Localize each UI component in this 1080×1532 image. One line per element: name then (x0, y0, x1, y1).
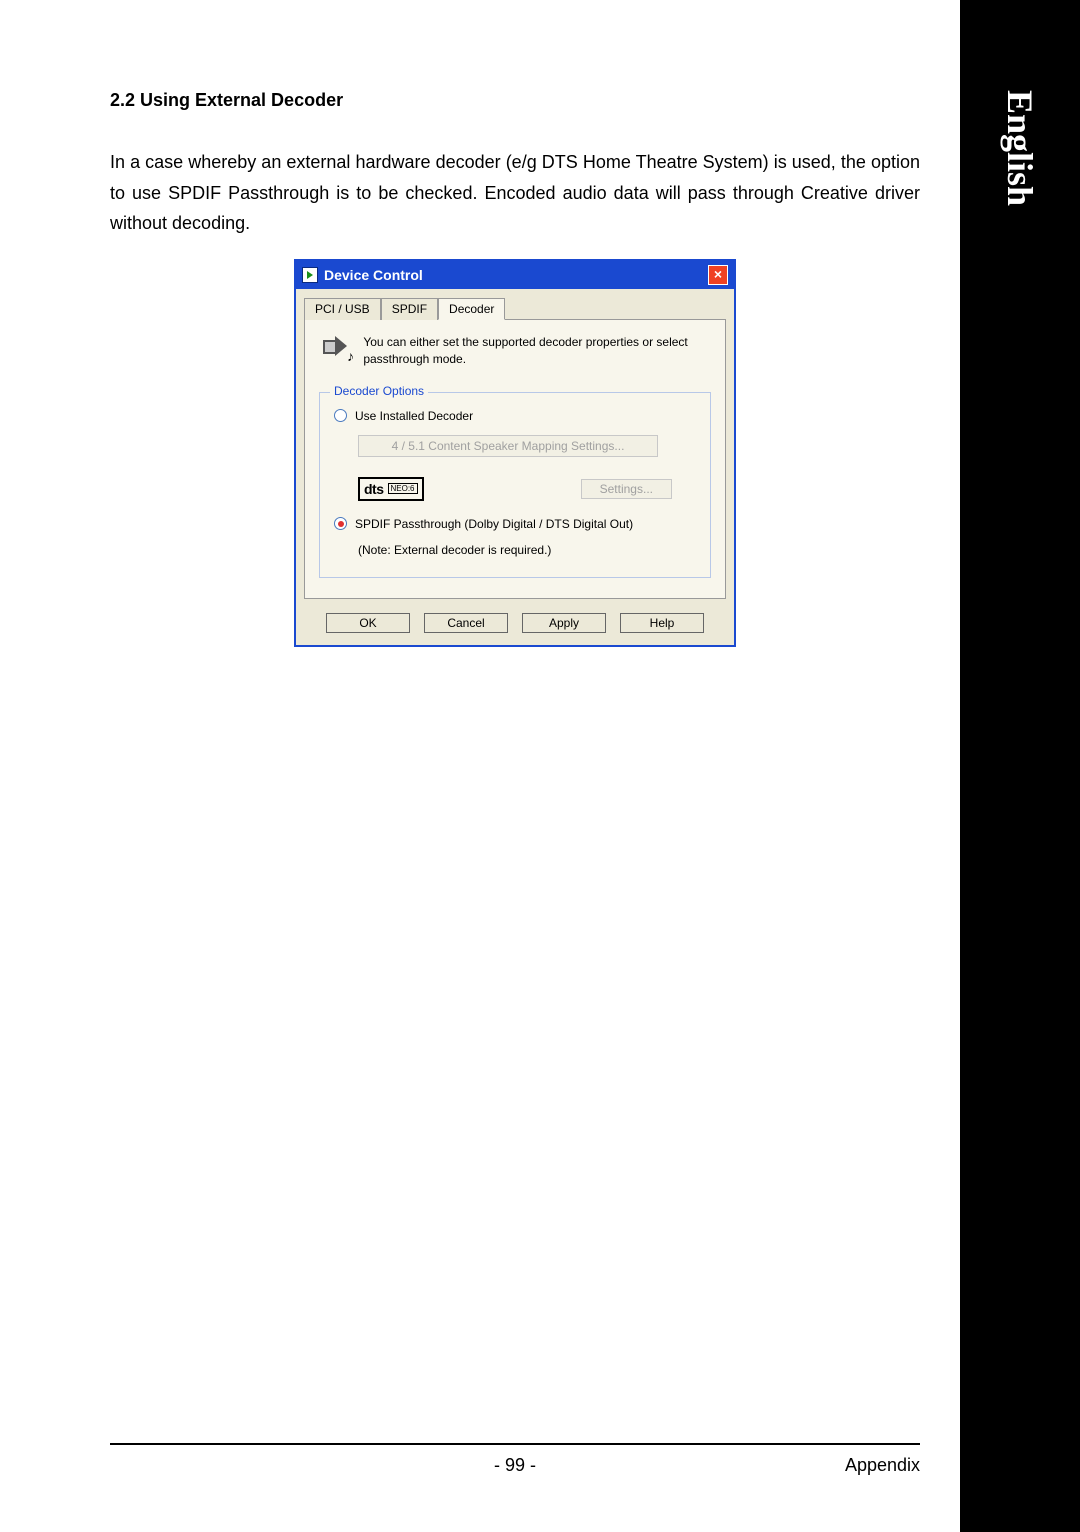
speaker-mapping-button: 4 / 5.1 Content Speaker Mapping Settings… (358, 435, 658, 457)
radio-spdif-passthrough[interactable] (334, 517, 347, 530)
intro-text: You can either set the supported decoder… (363, 334, 711, 368)
apply-button[interactable]: Apply (522, 613, 606, 633)
radio-use-installed-decoder[interactable] (334, 409, 347, 422)
group-legend: Decoder Options (330, 384, 428, 398)
section-body: In a case whereby an external hardware d… (110, 147, 920, 239)
device-control-dialog: Device Control × PCI / USB SPDIF Decoder… (294, 259, 736, 647)
dialog-button-row: OK Cancel Apply Help (296, 607, 734, 645)
radio-spdif-passthrough-label: SPDIF Passthrough (Dolby Digital / DTS D… (355, 517, 633, 531)
cancel-button[interactable]: Cancel (424, 613, 508, 633)
decoder-options-group: Decoder Options Use Installed Decoder 4 … (319, 392, 711, 578)
dts-sublabel: NEO:6 (388, 483, 418, 494)
radio-use-installed-decoder-label: Use Installed Decoder (355, 409, 473, 423)
help-button[interactable]: Help (620, 613, 704, 633)
tab-row: PCI / USB SPDIF Decoder (296, 289, 734, 319)
dts-logo: dts NEO:6 (358, 477, 424, 501)
dts-logo-text: dts (364, 481, 384, 497)
spdif-note: (Note: External decoder is required.) (358, 543, 696, 557)
close-icon[interactable]: × (708, 265, 728, 285)
page-footer: - 99 - Appendix (110, 1443, 920, 1476)
tab-panel-decoder: ♪ You can either set the supported decod… (304, 319, 726, 599)
titlebar[interactable]: Device Control × (296, 261, 734, 289)
page-number: - 99 - (494, 1455, 536, 1476)
section-heading: 2.2 Using External Decoder (110, 90, 920, 111)
footer-section: Appendix (845, 1455, 920, 1476)
language-tab: English (960, 70, 1080, 240)
dts-settings-button: Settings... (581, 479, 672, 499)
tab-spdif[interactable]: SPDIF (381, 298, 438, 320)
ok-button[interactable]: OK (326, 613, 410, 633)
tab-pci-usb[interactable]: PCI / USB (304, 298, 381, 320)
app-icon (302, 267, 318, 283)
dialog-title: Device Control (324, 267, 423, 283)
tab-decoder[interactable]: Decoder (438, 298, 505, 320)
speaker-icon: ♪ (319, 334, 351, 374)
